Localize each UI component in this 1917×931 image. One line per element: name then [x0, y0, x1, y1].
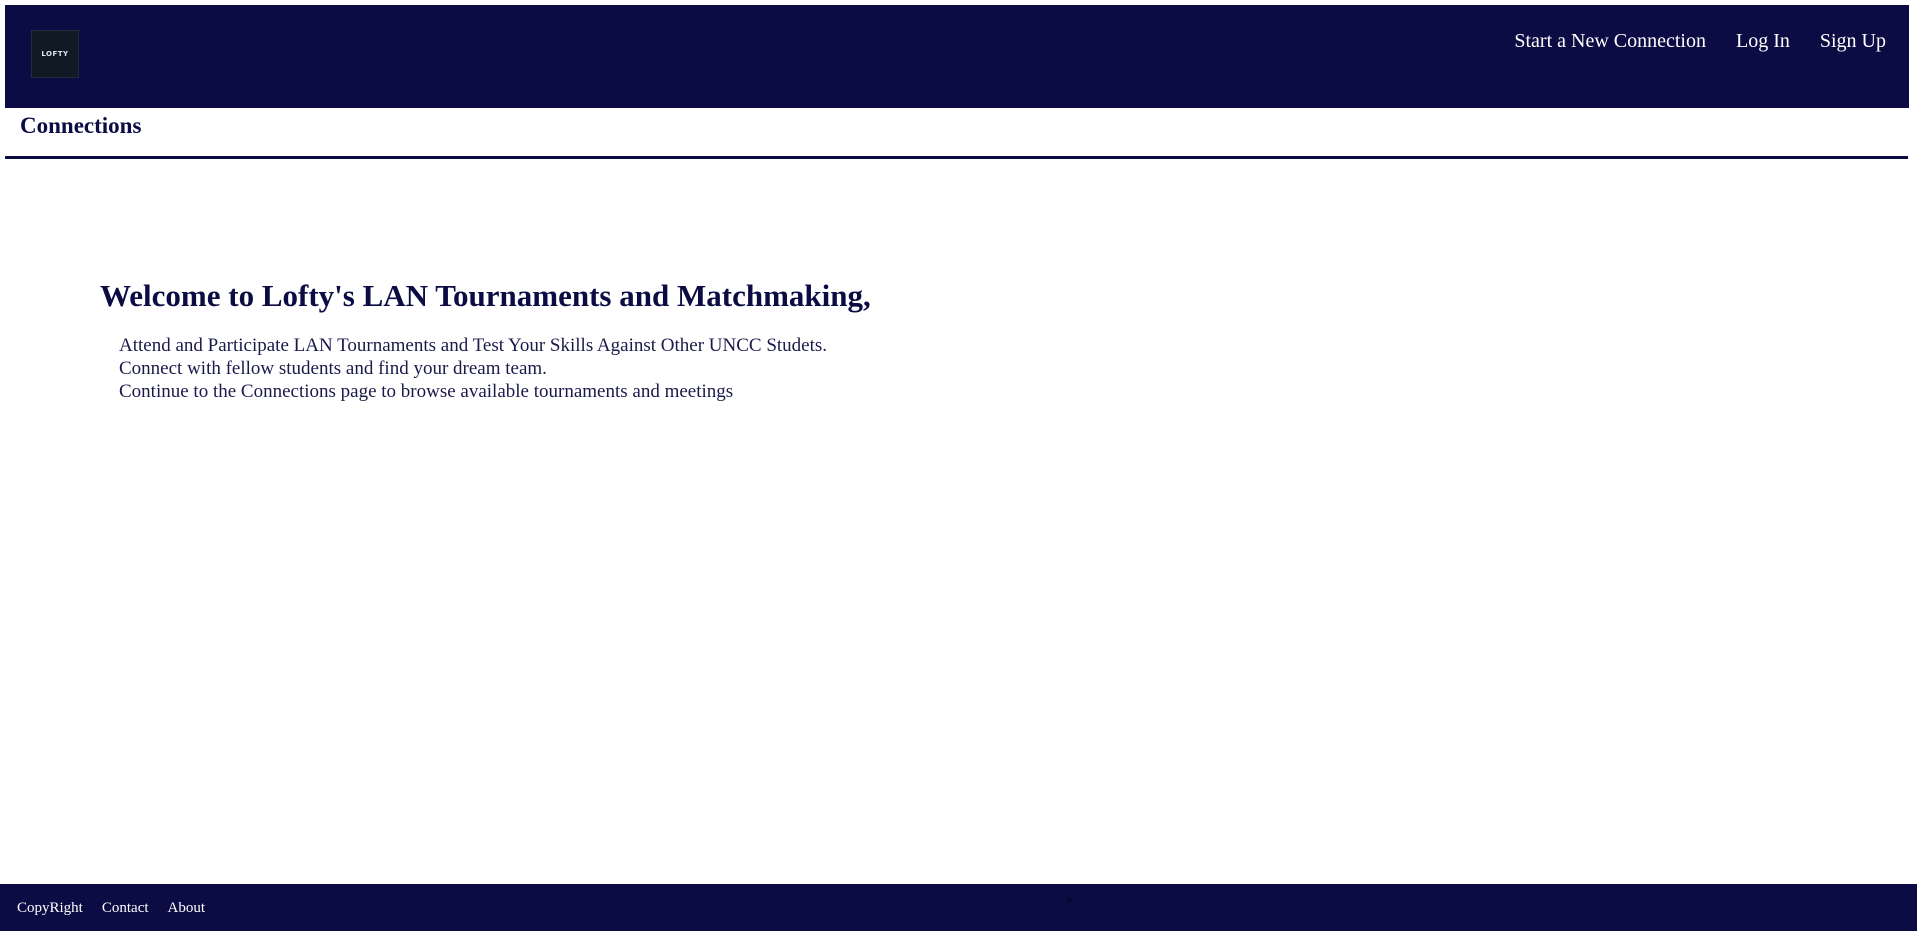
- intro-line-continue: Continue to the Connections page to brow…: [119, 381, 734, 402]
- copyright-link[interactable]: CopyRight: [17, 900, 83, 917]
- lofty-logo[interactable]: LOFTY: [31, 30, 79, 78]
- intro-text: Attend and Participate LAN Tournaments a…: [119, 334, 871, 403]
- logo-text: LOFTY: [41, 50, 69, 58]
- main-content: Welcome to Lofty's LAN Tournaments and M…: [100, 278, 871, 403]
- start-new-connection-link[interactable]: Start a New Connection: [1514, 30, 1706, 53]
- main-nav: Start a New Connection Log In Sign Up: [1514, 30, 1886, 53]
- footer-mark: >: [1066, 894, 1073, 906]
- intro-line-connect: Connect with fellow students and find yo…: [119, 358, 547, 379]
- contact-link[interactable]: Contact: [102, 900, 149, 917]
- welcome-heading: Welcome to Lofty's LAN Tournaments and M…: [100, 278, 871, 313]
- connections-link[interactable]: Connections: [20, 113, 141, 139]
- sub-navigation: Connections: [5, 108, 1908, 159]
- about-link[interactable]: About: [168, 900, 206, 917]
- site-header: LOFTY Start a New Connection Log In Sign…: [5, 5, 1909, 108]
- page: LOFTY Start a New Connection Log In Sign…: [0, 0, 1917, 931]
- site-footer: CopyRight Contact About >: [0, 884, 1917, 931]
- footer-links: CopyRight Contact About: [17, 900, 205, 917]
- login-link[interactable]: Log In: [1736, 30, 1790, 53]
- intro-line-tournaments: Attend and Participate LAN Tournaments a…: [119, 335, 828, 356]
- signup-link[interactable]: Sign Up: [1820, 30, 1886, 53]
